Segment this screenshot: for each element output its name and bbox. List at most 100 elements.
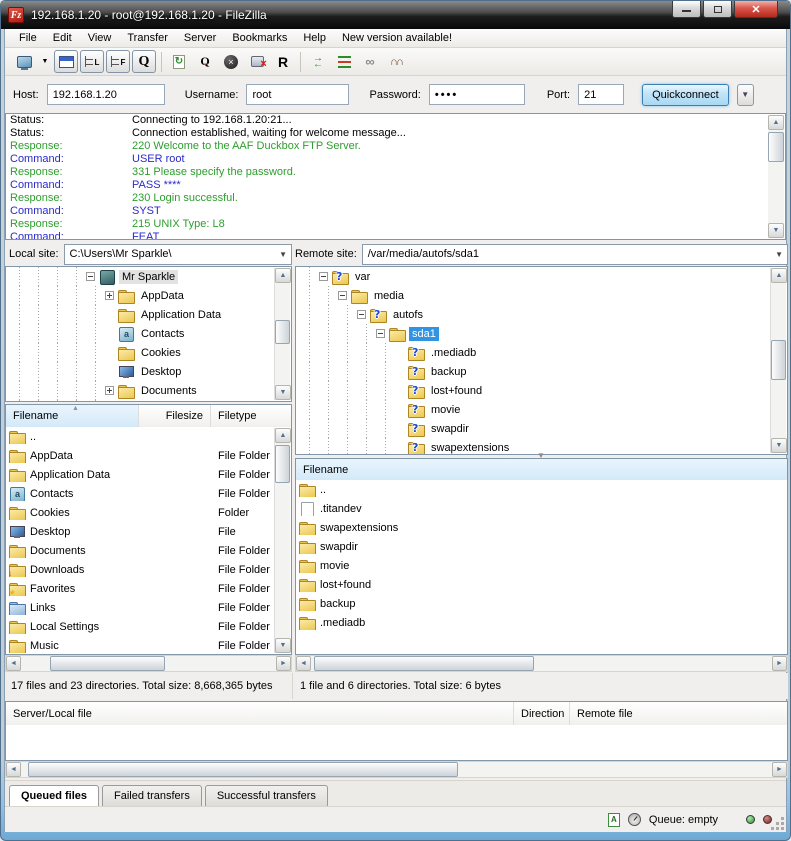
synchronized-browsing-icon[interactable] — [332, 50, 356, 73]
local-tree-row[interactable]: AppData — [6, 286, 291, 305]
local-tree-row[interactable]: Desktop — [6, 362, 291, 381]
scroll-down-icon[interactable]: ▼ — [275, 385, 291, 400]
password-input[interactable] — [429, 84, 525, 105]
local-file-row[interactable]: DesktopFile — [6, 522, 291, 541]
queue-hscroll-thumb[interactable] — [28, 762, 458, 777]
toggle-local-tree-icon[interactable]: L — [80, 50, 104, 73]
menu-item-server[interactable]: Server — [176, 30, 224, 46]
menu-item-view[interactable]: View — [80, 30, 120, 46]
menu-item-transfer[interactable]: Transfer — [119, 30, 176, 46]
remote-tree-row[interactable]: ?swapdir — [296, 419, 787, 438]
column-header-filesize[interactable]: Filesize — [139, 405, 211, 427]
remote-file-row[interactable]: .titandev — [296, 499, 787, 518]
process-queue-icon[interactable]: Q→ — [193, 50, 217, 73]
column-header-filename[interactable]: Filename — [296, 459, 787, 480]
refresh-icon[interactable]: ↻ — [167, 50, 191, 73]
local-tree-scrollbar[interactable]: ▲ ▼ — [274, 268, 290, 400]
scroll-right-icon[interactable]: ► — [772, 762, 787, 777]
filter-icon[interactable]: ∩∩ — [384, 50, 408, 73]
collapse-box-icon[interactable] — [376, 329, 385, 338]
local-list-scrollbar[interactable]: ▲ ▼ — [274, 428, 290, 653]
expand-box-icon[interactable] — [105, 291, 114, 300]
remote-file-row[interactable]: movie — [296, 556, 787, 575]
remote-tree-row[interactable]: ?lost+found — [296, 381, 787, 400]
remote-tree-scroll-thumb[interactable] — [771, 340, 786, 380]
tab-queued-files[interactable]: Queued files — [9, 785, 99, 806]
host-input[interactable] — [47, 84, 165, 105]
toggle-message-log-icon[interactable] — [54, 50, 78, 73]
directory-comparison-icon[interactable]: →← — [306, 50, 330, 73]
queue-hscrollbar[interactable]: ◄ ► — [5, 761, 788, 778]
local-tree-row[interactable]: Cookies — [6, 343, 291, 362]
scroll-down-icon[interactable]: ▼ — [275, 638, 291, 653]
scroll-right-icon[interactable]: ► — [276, 656, 291, 671]
local-tree-row[interactable]: ↓Downloads — [6, 400, 291, 402]
local-file-row[interactable]: Application DataFile Folder — [6, 465, 291, 484]
toggle-remote-tree-icon[interactable]: F — [106, 50, 130, 73]
menu-item-edit[interactable]: Edit — [45, 30, 80, 46]
remote-tree-row[interactable]: ?autofs — [296, 305, 787, 324]
tab-failed-transfers[interactable]: Failed transfers — [102, 785, 202, 806]
collapse-box-icon[interactable] — [357, 310, 366, 319]
menu-item-new-version-available-[interactable]: New version available! — [334, 30, 460, 46]
maximize-button[interactable] — [703, 1, 732, 18]
remote-hscroll-thumb[interactable] — [314, 656, 534, 671]
scroll-down-icon[interactable]: ▼ — [768, 223, 784, 238]
scroll-up-icon[interactable]: ▲ — [768, 115, 784, 130]
local-file-row[interactable]: Local SettingsFile Folder — [6, 617, 291, 636]
menu-item-help[interactable]: Help — [295, 30, 334, 46]
remote-file-row[interactable]: swapdir — [296, 537, 787, 556]
local-file-row[interactable]: ContactsFile Folder — [6, 484, 291, 503]
local-hscroll-thumb[interactable] — [50, 656, 165, 671]
column-header-remote-file[interactable]: Remote file — [570, 702, 787, 725]
remote-tree-row[interactable]: sda1 — [296, 324, 787, 343]
log-scrollbar[interactable]: ▲ ▼ — [768, 115, 784, 238]
menu-item-bookmarks[interactable]: Bookmarks — [224, 30, 295, 46]
remote-file-row[interactable]: lost+found — [296, 575, 787, 594]
minimize-button[interactable] — [672, 1, 701, 18]
expand-box-icon[interactable] — [105, 386, 114, 395]
remote-tree-row[interactable]: ?backup — [296, 362, 787, 381]
column-header-filetype[interactable]: Filetype — [211, 405, 291, 427]
local-file-row[interactable]: LinksFile Folder — [6, 598, 291, 617]
remote-file-row[interactable]: swapextensions — [296, 518, 787, 537]
reconnect-icon[interactable]: R — [271, 50, 295, 73]
link-icon[interactable]: ∞ — [358, 50, 382, 73]
remote-tree-row[interactable]: ?var — [296, 267, 787, 286]
chevron-down-icon[interactable]: ▼ — [279, 250, 287, 259]
port-input[interactable] — [578, 84, 624, 105]
local-site-combobox[interactable]: C:\Users\Mr Sparkle\ ▼ — [64, 244, 292, 265]
cancel-icon[interactable]: × — [219, 50, 243, 73]
column-header-direction[interactable]: Direction — [514, 702, 570, 725]
local-file-row[interactable]: AppDataFile Folder — [6, 446, 291, 465]
scroll-up-icon[interactable]: ▲ — [275, 428, 291, 443]
username-input[interactable] — [246, 84, 349, 105]
site-manager-icon[interactable] — [12, 50, 36, 73]
local-tree-row[interactable]: Documents — [6, 381, 291, 400]
local-hscrollbar[interactable]: ◄ ► — [5, 655, 292, 672]
remote-tree-scrollbar[interactable]: ▲ ▼ — [770, 268, 786, 453]
column-header-server-local-file[interactable]: Server/Local file — [6, 702, 514, 725]
local-tree-row[interactable]: Application Data — [6, 305, 291, 324]
disconnect-icon[interactable]: × — [245, 50, 269, 73]
site-manager-dropdown-icon[interactable]: ▼ — [38, 50, 52, 73]
local-file-row[interactable]: DocumentsFile Folder — [6, 541, 291, 560]
local-file-row[interactable]: MusicFile Folder — [6, 636, 291, 655]
collapse-box-icon[interactable] — [86, 272, 95, 281]
local-file-row[interactable]: ★FavoritesFile Folder — [6, 579, 291, 598]
local-tree-scroll-thumb[interactable] — [275, 320, 290, 344]
local-tree-row[interactable]: Mr Sparkle — [6, 267, 291, 286]
remote-site-combobox[interactable]: /var/media/autofs/sda1 ▼ — [362, 244, 788, 265]
scroll-left-icon[interactable]: ◄ — [6, 656, 21, 671]
remote-tree-row[interactable]: media — [296, 286, 787, 305]
quickconnect-dropdown-button[interactable]: ▼ — [737, 84, 754, 106]
remote-tree-row[interactable]: ?.mediadb — [296, 343, 787, 362]
toggle-queue-icon[interactable]: Q — [132, 50, 156, 73]
collapse-box-icon[interactable] — [338, 291, 347, 300]
tab-successful-transfers[interactable]: Successful transfers — [205, 785, 328, 806]
local-file-row[interactable]: CookiesFolder — [6, 503, 291, 522]
local-list-scroll-thumb[interactable] — [275, 445, 290, 483]
scroll-up-icon[interactable]: ▲ — [275, 268, 291, 283]
scroll-up-icon[interactable]: ▲ — [771, 268, 787, 283]
menu-item-file[interactable]: File — [11, 30, 45, 46]
